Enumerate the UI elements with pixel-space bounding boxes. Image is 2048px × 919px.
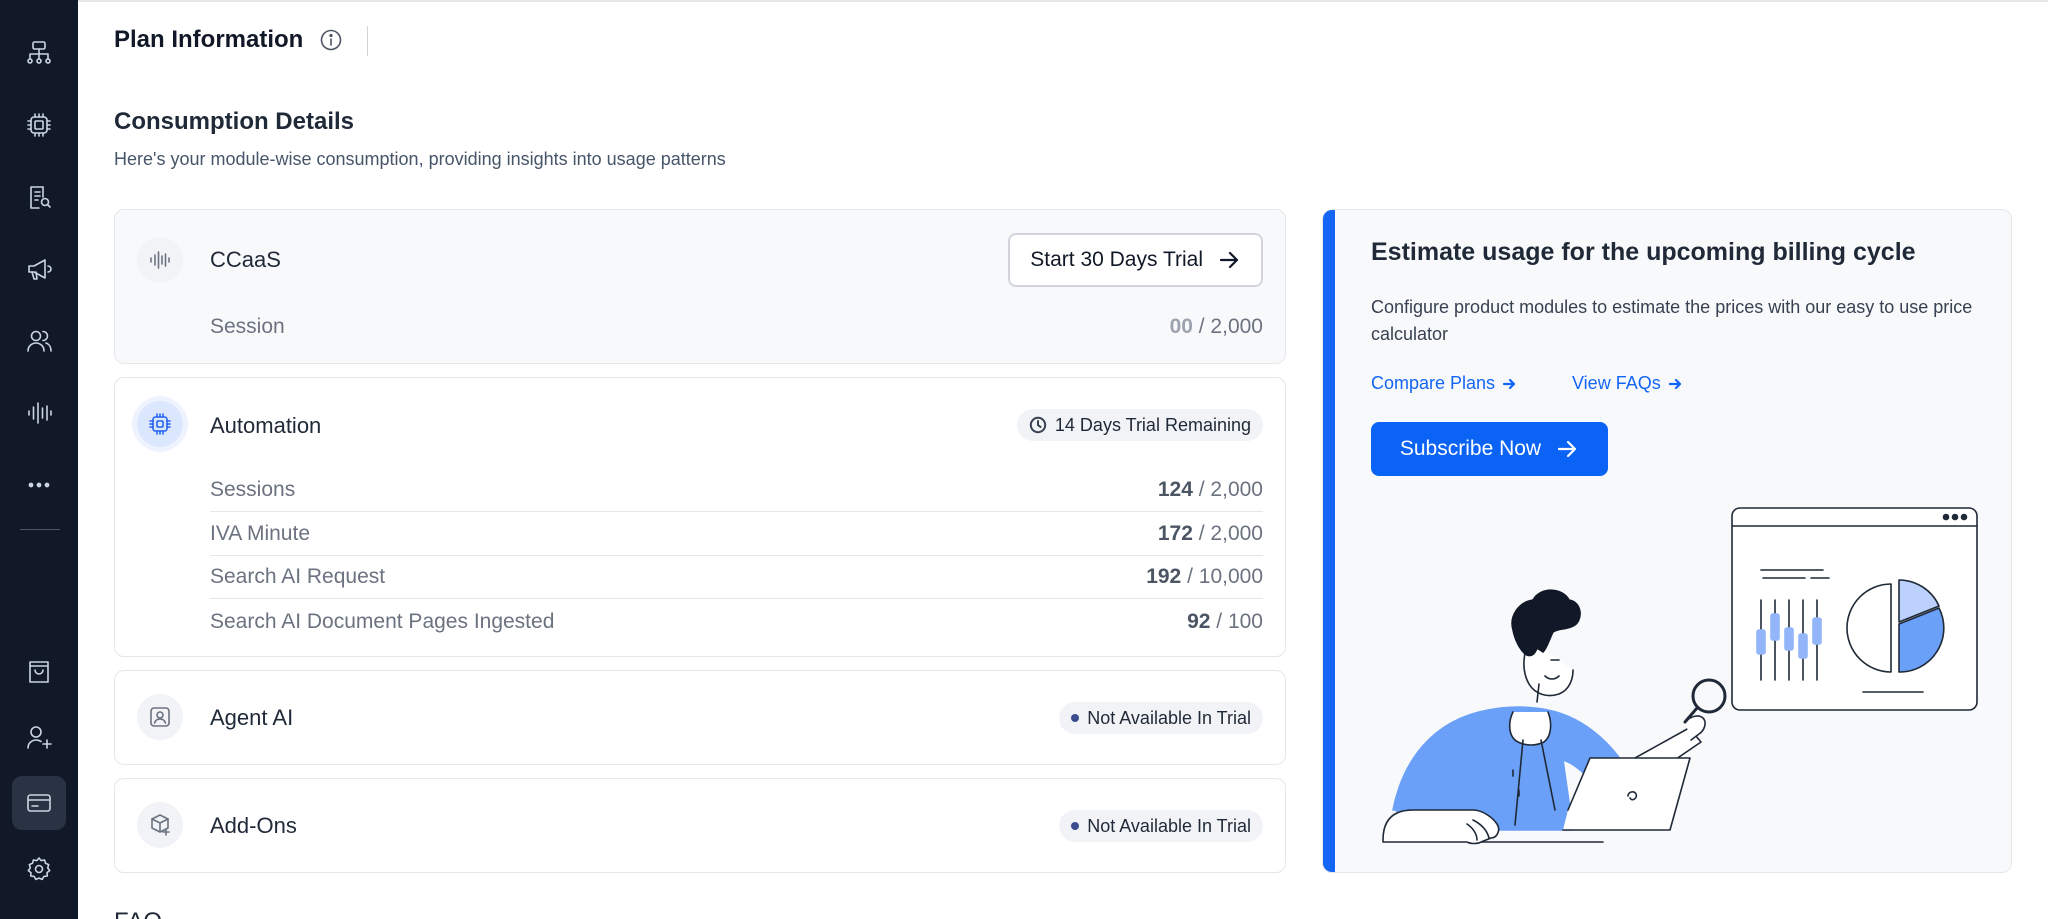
usage-row: Search AI Document Pages Ingested 92 / 1…	[210, 600, 1263, 643]
module-icon	[137, 401, 183, 447]
usage-row: IVA Minute 172 / 2,000	[210, 513, 1263, 556]
usage-row: Session 00 / 2,000	[210, 305, 1263, 348]
org-chart-icon	[27, 41, 51, 64]
sidebar-item-invite-user[interactable]	[12, 710, 66, 764]
not-available-badge: Not Available In Trial	[1059, 810, 1263, 842]
usage-value: 192 / 10,000	[1146, 565, 1263, 588]
settings-gear-icon	[27, 857, 51, 881]
usage-label: Search AI Request	[210, 565, 386, 588]
usage-label: Search AI Document Pages Ingested	[210, 609, 555, 633]
compare-plans-link[interactable]: Compare Plans	[1371, 373, 1517, 394]
sidebar-item-automation[interactable]	[12, 98, 66, 152]
view-faqs-link[interactable]: View FAQs	[1572, 373, 1683, 394]
subscribe-now-button[interactable]: Subscribe Now	[1371, 422, 1608, 476]
sidebar-item-more[interactable]	[12, 458, 66, 512]
page-title: Plan Information	[114, 26, 304, 53]
credit-card-icon	[27, 794, 51, 812]
usage-row: Search AI Request 192 / 10,000	[210, 556, 1263, 599]
module-card-addons: Add-Ons Not Available In Trial	[114, 778, 1286, 873]
module-card-agent-ai: Agent AI Not Available In Trial	[114, 670, 1286, 765]
top-border	[78, 0, 2048, 2]
waveform-icon	[150, 251, 170, 269]
usage-label: Sessions	[210, 478, 296, 501]
status-dot	[1071, 822, 1080, 830]
module-icon	[137, 237, 183, 283]
arrow-right-icon	[1558, 440, 1577, 458]
clock-icon	[1029, 416, 1047, 434]
estimate-panel: Estimate usage for the upcoming billing …	[1322, 209, 2012, 873]
chip-icon	[27, 113, 51, 137]
usage-label: IVA Minute	[210, 522, 310, 545]
sidebar-item-users[interactable]	[12, 314, 66, 368]
arrow-right-icon	[1502, 378, 1516, 389]
module-name: Agent AI	[210, 705, 294, 730]
start-trial-button[interactable]: Start 30 Days Trial	[1008, 233, 1263, 287]
sidebar-divider	[20, 529, 60, 530]
usage-value: 00 / 2,000	[1169, 314, 1263, 338]
report-search-icon	[30, 186, 51, 209]
arrow-right-icon	[1668, 378, 1681, 389]
more-dots-icon	[28, 482, 50, 488]
info-icon[interactable]	[319, 28, 343, 52]
package-add-icon	[151, 814, 170, 836]
section-title: Consumption Details	[114, 108, 355, 135]
waveform-icon	[28, 402, 52, 424]
sidebar-item-campaigns[interactable]	[12, 242, 66, 296]
usage-row: Sessions 124 / 2,000	[210, 469, 1263, 512]
sidebar-item-billing[interactable]	[12, 776, 66, 830]
sidebar-item-marketplace[interactable]	[12, 644, 66, 698]
arrow-right-icon	[1219, 251, 1239, 269]
megaphone-icon	[28, 259, 52, 280]
usage-value: 92 / 100	[1187, 609, 1263, 633]
sidebar-item-settings[interactable]	[12, 842, 66, 896]
start-trial-label: Start 30 Days Trial	[1030, 248, 1203, 271]
module-name: CCaaS	[210, 247, 281, 272]
module-name: Automation	[210, 413, 322, 438]
sidebar-item-search-ai[interactable]	[12, 170, 66, 224]
panel-accent-bar	[1323, 210, 1335, 872]
title-separator	[367, 26, 368, 56]
usage-value: 172 / 2,000	[1157, 522, 1263, 545]
trial-remaining-badge: 14 Days Trial Remaining	[1016, 409, 1263, 441]
sidebar-item-org-chart[interactable]	[12, 26, 66, 80]
badge-label: Not Available In Trial	[1087, 815, 1251, 836]
add-user-icon	[27, 726, 52, 749]
users-icon	[27, 330, 52, 352]
estimate-title: Estimate usage for the upcoming billing …	[1371, 238, 1916, 266]
module-card-ccaas: CCaaS Start 30 Days Trial Session 00 / 2…	[114, 209, 1286, 364]
sidebar	[0, 0, 78, 919]
view-faqs-label: View FAQs	[1572, 373, 1661, 393]
agent-profile-icon	[150, 707, 170, 727]
module-name: Add-Ons	[210, 813, 297, 838]
chip-icon	[149, 413, 171, 435]
module-card-automation: Automation 14 Days Trial Remaining Sessi…	[114, 377, 1286, 657]
not-available-badge: Not Available In Trial	[1059, 702, 1263, 734]
compare-plans-label: Compare Plans	[1371, 373, 1496, 393]
section-subtitle: Here's your module-wise consumption, pro…	[114, 149, 726, 169]
usage-value: 124 / 2,000	[1157, 478, 1263, 501]
badge-label: Not Available In Trial	[1087, 707, 1251, 728]
analytics-illustration	[1382, 507, 1978, 845]
faq-heading: FAQ	[114, 908, 162, 919]
shopping-bag-icon	[29, 661, 49, 683]
status-dot	[1071, 714, 1080, 722]
module-icon	[137, 694, 183, 740]
estimate-description: Configure product modules to estimate th…	[1371, 297, 1973, 344]
badge-label: 14 Days Trial Remaining	[1054, 414, 1251, 435]
subscribe-label: Subscribe Now	[1399, 437, 1542, 460]
usage-label: Session	[210, 314, 285, 338]
sidebar-item-ccaas[interactable]	[12, 386, 66, 440]
module-icon	[137, 802, 183, 848]
